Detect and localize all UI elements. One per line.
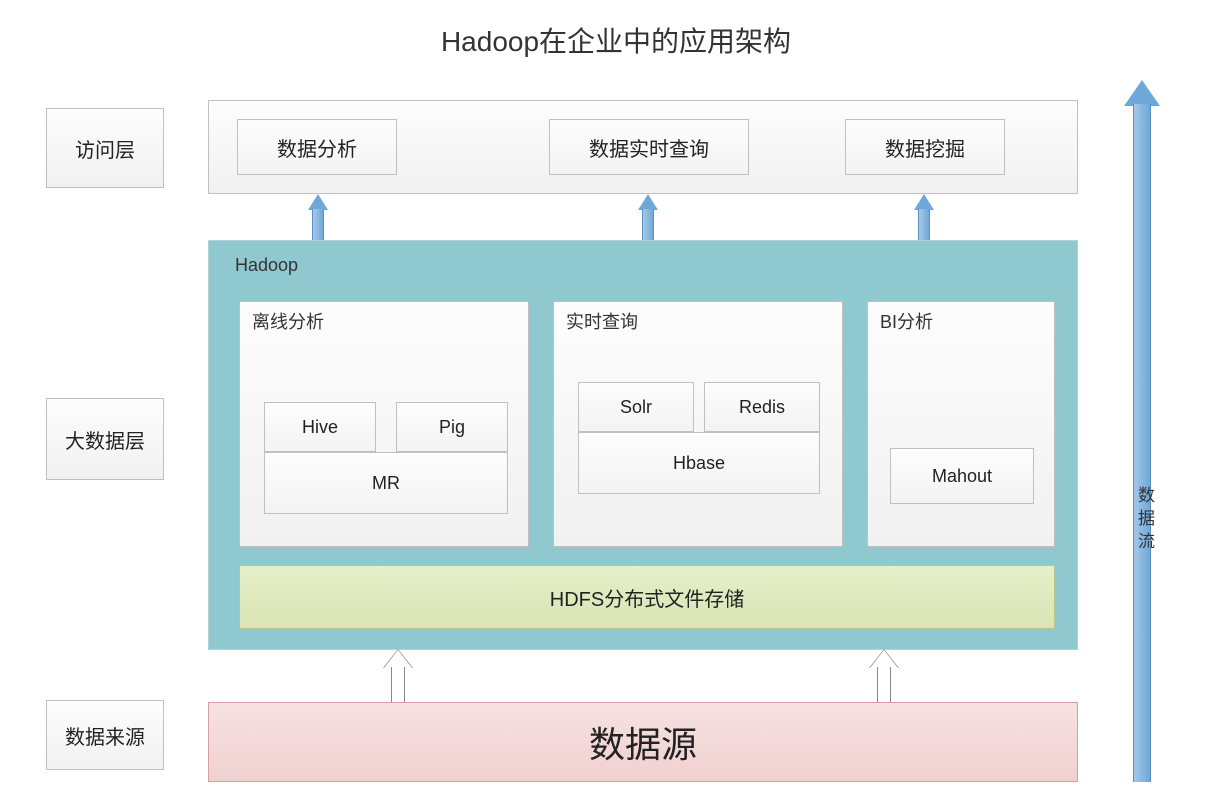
- layer-label-access: 访问层: [46, 108, 164, 188]
- tech-mahout: Mahout: [890, 448, 1034, 504]
- group-realtime: 实时查询 Solr Redis Hbase: [553, 301, 843, 547]
- arrow-icon: [870, 650, 900, 704]
- tech-solr: Solr: [578, 382, 694, 432]
- access-box-realtime: 数据实时查询: [549, 119, 749, 175]
- arrow-icon: [384, 650, 414, 704]
- access-box-analysis: 数据分析: [237, 119, 397, 175]
- tech-hive: Hive: [264, 402, 376, 452]
- tech-redis: Redis: [704, 382, 820, 432]
- hadoop-label: Hadoop: [235, 255, 298, 276]
- tech-hbase: Hbase: [578, 432, 820, 494]
- hadoop-container: Hadoop 离线分析 Hive Pig MR 实时查询 Solr Redis …: [208, 240, 1078, 650]
- data-flow-arrow-icon: [1124, 80, 1160, 782]
- datasource-box: 数据源: [208, 702, 1078, 782]
- group-offline-title: 离线分析: [252, 308, 324, 334]
- diagram-title: Hadoop在企业中的应用架构: [0, 20, 1232, 60]
- group-bi: BI分析 Mahout: [867, 301, 1055, 547]
- tech-mr: MR: [264, 452, 508, 514]
- group-realtime-title: 实时查询: [566, 308, 638, 334]
- access-layer-container: 数据分析 数据实时查询 数据挖掘: [208, 100, 1078, 194]
- data-flow-label: 数据流: [1132, 486, 1157, 555]
- tech-pig: Pig: [396, 402, 508, 452]
- group-offline: 离线分析 Hive Pig MR: [239, 301, 529, 547]
- layer-label-source: 数据来源: [46, 700, 164, 770]
- access-box-mining: 数据挖掘: [845, 119, 1005, 175]
- hdfs-box: HDFS分布式文件存储: [239, 565, 1055, 629]
- group-bi-title: BI分析: [880, 308, 933, 334]
- layer-label-bigdata: 大数据层: [46, 398, 164, 480]
